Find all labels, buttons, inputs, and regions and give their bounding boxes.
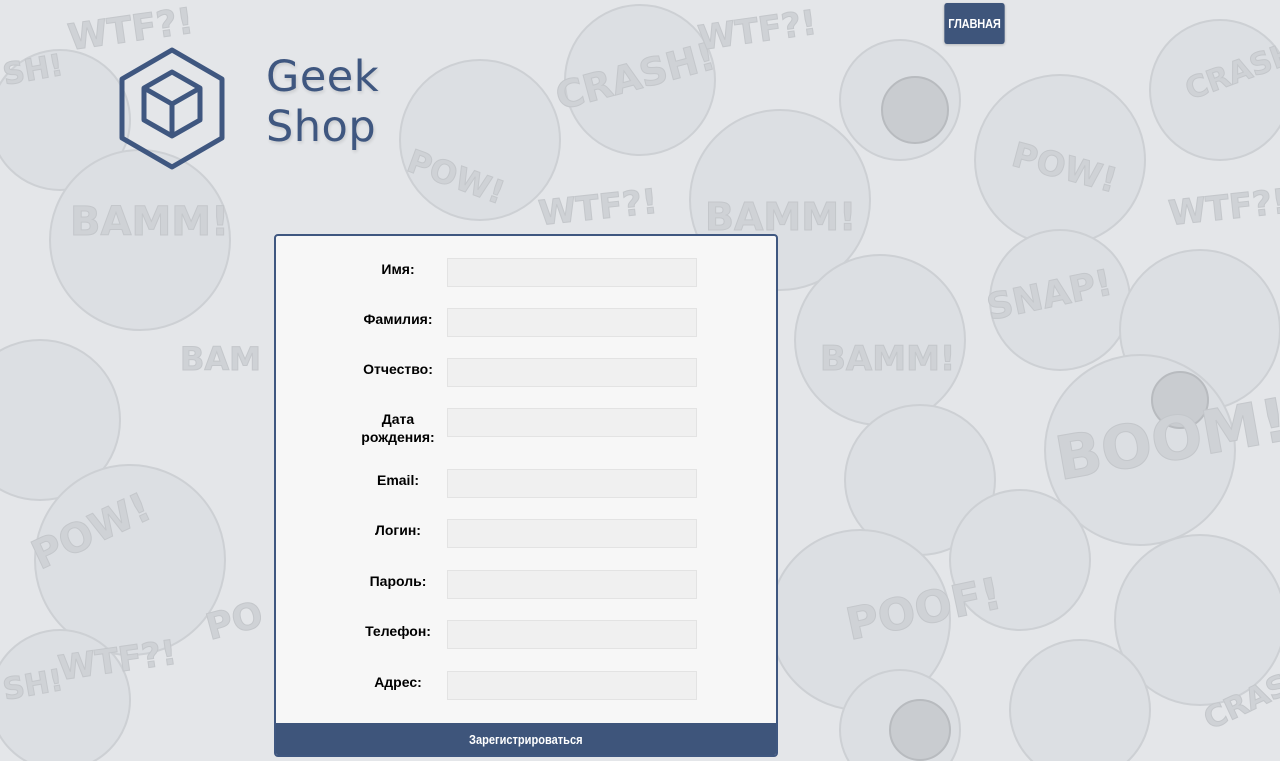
first-name-label: Имя: — [381, 261, 415, 277]
svg-text:BAM: BAM — [180, 340, 261, 378]
last-name-field[interactable] — [447, 308, 697, 337]
email-field[interactable] — [447, 469, 697, 498]
birth-date-field[interactable] — [447, 408, 697, 437]
birth-date-label: Дата рождения: — [361, 411, 435, 445]
email-label: Email: — [376, 472, 419, 488]
address-label: Адрес: — [374, 674, 422, 690]
phone-field[interactable] — [447, 620, 697, 649]
svg-text:BAMM!: BAMM! — [70, 199, 229, 245]
svg-text:WTF?!: WTF?! — [696, 3, 820, 59]
home-nav-label: ГЛАВНАЯ — [948, 16, 1001, 31]
brand-name-line1: Geek — [266, 52, 380, 102]
patronymic-field[interactable] — [447, 358, 697, 387]
address-field[interactable] — [447, 671, 697, 700]
svg-text:WTF?!: WTF?! — [1167, 182, 1280, 234]
svg-text:BAMM!: BAMM! — [705, 195, 856, 239]
svg-text:BAMM!: BAMM! — [820, 339, 955, 379]
phone-label: Телефон: — [365, 623, 431, 639]
last-name-label: Фамилия: — [363, 311, 433, 327]
password-label: Пароль: — [369, 573, 427, 589]
home-nav-button[interactable]: ГЛАВНАЯ — [944, 3, 1005, 44]
register-button-label: Зарегистрироваться — [469, 731, 583, 747]
geekshop-logo-icon — [119, 47, 225, 170]
first-name-field[interactable] — [447, 258, 697, 287]
login-label: Логин: — [375, 522, 421, 538]
svg-text:WTF?!: WTF?! — [537, 182, 660, 234]
registration-form: Имя: Фамилия: Отчество: Дата рождения: E… — [274, 234, 778, 757]
brand-name: Geek Shop — [266, 52, 379, 152]
login-field[interactable] — [447, 519, 697, 548]
patronymic-label: Отчество: — [363, 361, 433, 377]
brand-name-line2: Shop — [266, 102, 377, 152]
register-button[interactable]: Зарегистрироваться — [276, 723, 776, 755]
password-field[interactable] — [447, 570, 697, 599]
